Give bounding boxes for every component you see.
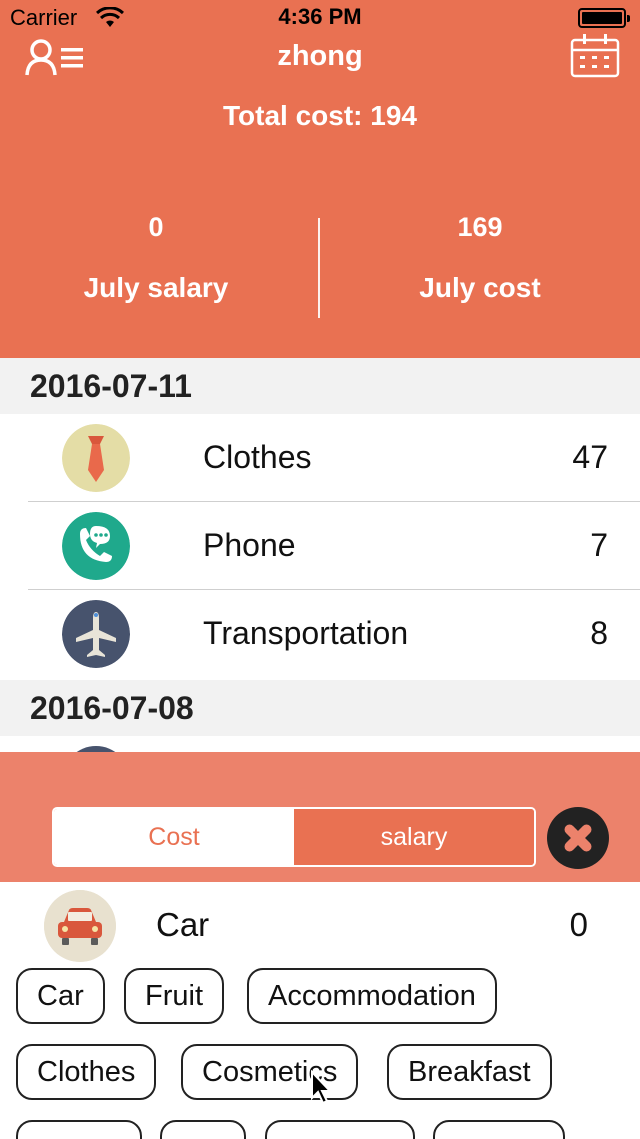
category-chip-accommodation[interactable]: Accommodation (247, 968, 497, 1024)
selected-category: Car 0 (0, 882, 640, 966)
list-item-phone[interactable]: Phone 7 (0, 502, 640, 590)
category-chip-fruit[interactable]: Fruit (124, 968, 224, 1024)
list-item-partial (0, 736, 640, 752)
total-cost: Total cost: 194 (223, 100, 417, 131)
type-segmented-control: Cost salary (52, 807, 536, 867)
item-name: Clothes (203, 439, 312, 475)
close-icon[interactable] (547, 807, 609, 869)
item-name: Phone (203, 527, 296, 563)
header: zhong Total cost: 194 0 July salary 169 … (0, 34, 640, 358)
list-item-clothes[interactable]: Clothes 47 (0, 414, 640, 502)
item-amount: 47 (572, 439, 608, 475)
cost-value: 169 (457, 212, 503, 242)
phone-icon (62, 512, 130, 580)
date-label: 2016-07-08 (30, 690, 194, 726)
date-header: 2016-07-11 (0, 358, 640, 414)
calendar-icon[interactable] (570, 32, 620, 78)
category-chip[interactable] (160, 1120, 246, 1139)
salary-value: 0 (148, 212, 164, 242)
status-time: 4:36 PM (278, 4, 362, 29)
battery-icon (578, 8, 630, 28)
salary-label: July salary (83, 272, 229, 303)
category-chip-clothes[interactable]: Clothes (16, 1044, 157, 1100)
category-chip[interactable] (265, 1120, 415, 1139)
category-chip-car[interactable]: Car (16, 968, 105, 1024)
cost-summary: 169 July cost (320, 212, 640, 304)
selected-category-amount[interactable]: 0 (570, 906, 588, 944)
tab-cost[interactable]: Cost (54, 809, 294, 865)
tab-salary[interactable]: salary (294, 809, 534, 865)
airplane-icon (62, 600, 130, 668)
tie-icon (62, 424, 130, 492)
date-header: 2016-07-08 (0, 680, 640, 736)
mouse-cursor-icon (311, 1070, 332, 1105)
item-amount: 8 (590, 615, 608, 651)
item-amount: 7 (590, 527, 608, 563)
category-chip[interactable] (433, 1120, 565, 1139)
entry-panel-header: Cost salary (0, 752, 640, 882)
page-title: zhong (277, 40, 363, 72)
salary-summary: 0 July salary (0, 212, 316, 304)
category-chip-breakfast[interactable]: Breakfast (387, 1044, 552, 1100)
item-name: Transportation (203, 615, 409, 651)
cost-label: July cost (419, 272, 541, 303)
date-label: 2016-07-11 (30, 368, 192, 404)
selected-category-name: Car (156, 906, 210, 943)
car-icon (44, 890, 116, 962)
category-chip[interactable] (16, 1120, 142, 1139)
status-bar: Carrier 4:36 PM (0, 0, 640, 36)
list-item-transportation[interactable]: Transportation 8 (0, 590, 640, 678)
